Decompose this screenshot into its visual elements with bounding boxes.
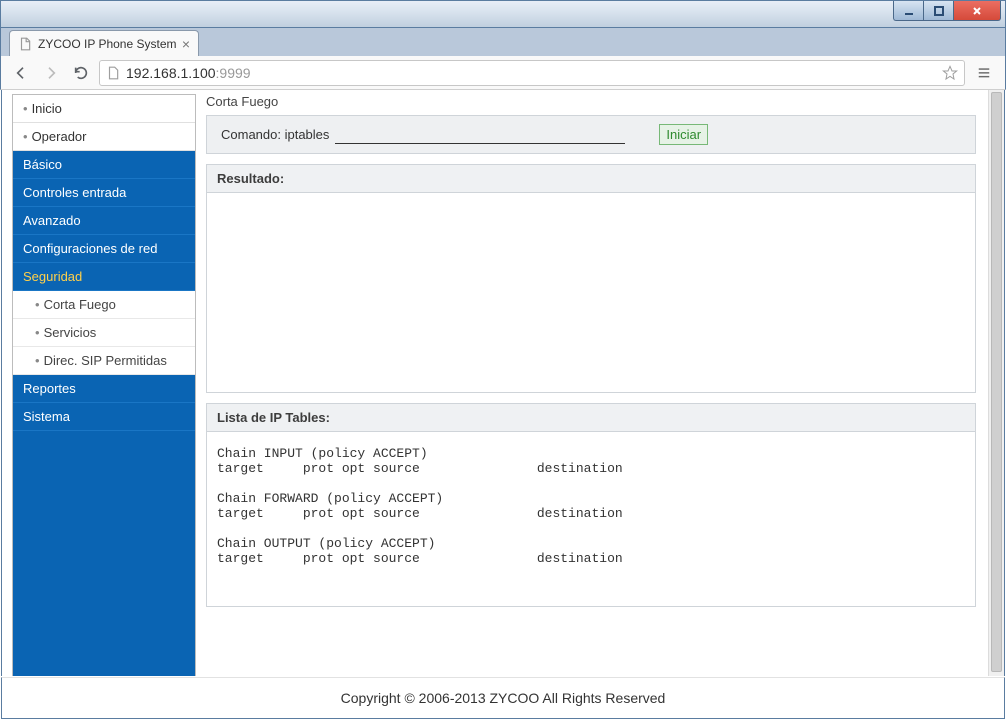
iniciar-button[interactable]: Iniciar [659,124,708,145]
sidebar: •Inicio •Operador Básico Controles entra… [12,94,196,676]
sidebar-header-controles[interactable]: Controles entrada [13,179,195,207]
sidebar-fill [13,431,195,676]
iptables-list-header: Lista de IP Tables: [206,403,976,432]
page-icon [18,37,32,51]
site-icon [106,66,120,80]
sidebar-header-basico[interactable]: Básico [13,151,195,179]
command-label: Comando: iptables [221,127,329,142]
sidebar-label: Operador [32,129,87,144]
sidebar-label: Inicio [32,101,62,116]
scrollbar-thumb[interactable] [991,92,1002,672]
sidebar-label: Corta Fuego [44,297,116,312]
vertical-scrollbar[interactable] [988,90,1004,676]
footer-text: Copyright © 2006-2013 ZYCOO All Rights R… [341,690,666,706]
main-panel: Corta Fuego Comando: iptables Iniciar Re… [196,90,988,676]
command-row: Comando: iptables Iniciar [206,115,976,154]
sidebar-header-seguridad[interactable]: Seguridad [13,263,195,291]
resultado-body [206,193,976,393]
browser-tabstrip: ZYCOO IP Phone System × [0,28,1006,56]
sidebar-sub-direc-sip[interactable]: •Direc. SIP Permitidas [13,347,195,375]
window-close-button[interactable] [953,1,1001,21]
iptables-output: Chain INPUT (policy ACCEPT) target prot … [217,446,965,566]
url-text: 192.168.1.100:9999 [126,65,942,81]
sidebar-header-reportes[interactable]: Reportes [13,375,195,403]
back-button[interactable] [9,61,33,85]
iptables-list-body: Chain INPUT (policy ACCEPT) target prot … [206,432,976,607]
browser-menu-button[interactable] [971,60,997,86]
sidebar-label: Servicios [44,325,97,340]
resultado-header: Resultado: [206,164,976,193]
sidebar-item-inicio[interactable]: •Inicio [13,95,195,123]
address-bar[interactable]: 192.168.1.100:9999 [99,60,965,86]
sidebar-header-sistema[interactable]: Sistema [13,403,195,431]
sidebar-header-config-red[interactable]: Configuraciones de red [13,235,195,263]
window-maximize-button[interactable] [923,1,953,21]
window-titlebar [0,0,1006,28]
sidebar-header-avanzado[interactable]: Avanzado [13,207,195,235]
window-minimize-button[interactable] [893,1,923,21]
forward-button[interactable] [39,61,63,85]
browser-toolbar: 192.168.1.100:9999 [0,56,1006,90]
page-viewport: •Inicio •Operador Básico Controles entra… [1,90,1005,676]
sidebar-sub-servicios[interactable]: •Servicios [13,319,195,347]
bookmark-star-icon[interactable] [942,65,958,81]
sidebar-item-operador[interactable]: •Operador [13,123,195,151]
reload-button[interactable] [69,61,93,85]
tab-close-icon[interactable]: × [182,37,190,51]
page-title: Corta Fuego [206,94,976,109]
sidebar-label: Direc. SIP Permitidas [44,353,167,368]
tab-title: ZYCOO IP Phone System [38,37,182,51]
footer: Copyright © 2006-2013 ZYCOO All Rights R… [1,677,1005,719]
sidebar-sub-corta-fuego[interactable]: •Corta Fuego [13,291,195,319]
command-input[interactable] [335,126,625,144]
browser-tab[interactable]: ZYCOO IP Phone System × [9,30,199,56]
